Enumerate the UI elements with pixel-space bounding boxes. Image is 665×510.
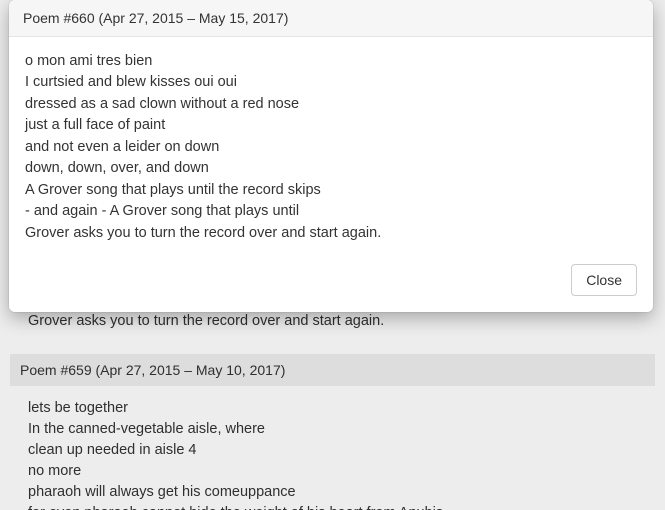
poem-line: Grover asks you to turn the record over … [25, 223, 637, 244]
poem-line: o mon ami tres bien [25, 51, 637, 72]
poem-line: and not even a leider on down [25, 137, 637, 158]
modal-footer: Close [9, 250, 653, 312]
page-root: It's deep and heavy, longing for a satis… [0, 0, 665, 510]
close-button[interactable]: Close [571, 264, 637, 296]
poem-line: A Grover song that plays until the recor… [25, 180, 637, 201]
poem-line: I curtsied and blew kisses oui oui [25, 72, 637, 93]
poem-line: down, down, over, and down [25, 158, 637, 179]
poem-line: dressed as a sad clown without a red nos… [25, 94, 637, 115]
poem-line: - and again - A Grover song that plays u… [25, 201, 637, 222]
poem-line: just a full face of paint [25, 115, 637, 136]
modal-body: o mon ami tres bien I curtsied and blew … [9, 37, 653, 250]
poem-modal: Poem #660 (Apr 27, 2015 – May 15, 2017) … [9, 0, 653, 312]
modal-header: Poem #660 (Apr 27, 2015 – May 15, 2017) [9, 0, 653, 37]
